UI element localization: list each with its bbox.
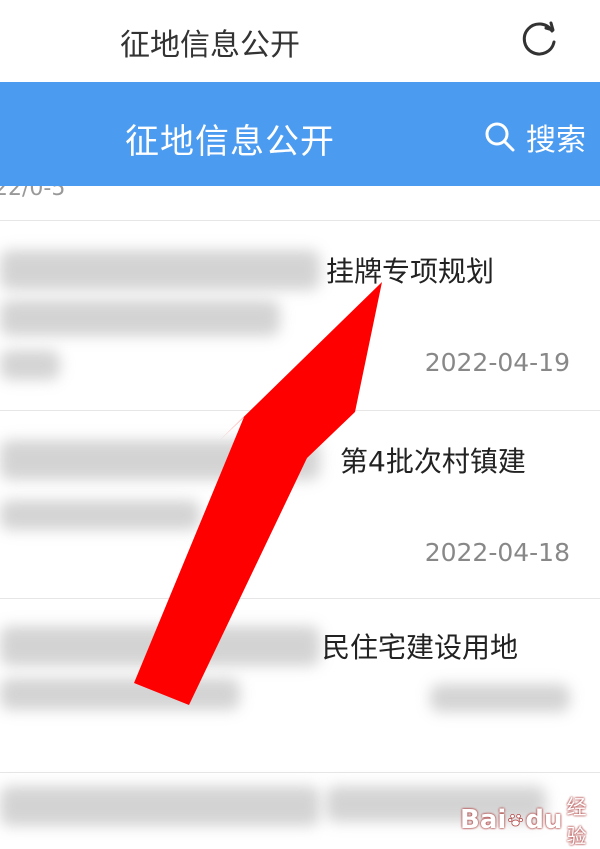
partial-date: 22/0-5 — [0, 186, 66, 201]
item-title: 第4批次村镇建 — [340, 445, 526, 478]
item-title: 挂牌专项规划 — [326, 255, 495, 288]
blurred-text — [0, 250, 320, 290]
blurred-text — [0, 500, 200, 530]
item-date: 2022-04-19 — [424, 348, 570, 377]
watermark-logo-suffix: du — [525, 805, 563, 835]
header-title: 征地信息公开 — [125, 122, 335, 162]
page-title: 征地信息公开 — [120, 28, 300, 63]
blue-header-bar: 征地信息公开 搜索 — [0, 82, 600, 186]
search-icon — [485, 122, 515, 152]
watermark-text: 经验 — [566, 795, 587, 848]
watermark-logo: Bai — [460, 805, 507, 835]
watermark: Bai du 经验 — [460, 795, 600, 848]
search-button[interactable]: 搜索 — [484, 115, 586, 159]
top-status-bar: 征地信息公开 — [0, 0, 600, 82]
blurred-text — [0, 626, 320, 666]
blurred-text — [0, 440, 320, 480]
item-date: 2022-04-18 — [424, 538, 570, 567]
refresh-icon[interactable] — [518, 18, 560, 60]
blurred-text — [0, 786, 320, 826]
blurred-text — [0, 350, 60, 380]
blurred-date — [430, 684, 570, 712]
list-item[interactable]: 挂牌专项规划 2022-04-19 — [0, 220, 600, 410]
news-list: 22/0-5 挂牌专项规划 2022-04-19 第4批次村镇建 2022-04… — [0, 186, 600, 840]
blurred-text — [0, 300, 280, 336]
list-item[interactable]: 民住宅建设用地 — [0, 598, 600, 788]
search-label: 搜索 — [526, 123, 586, 158]
list-item[interactable]: 第4批次村镇建 2022-04-18 — [0, 410, 600, 600]
paw-icon — [508, 813, 524, 827]
blurred-text — [0, 678, 240, 710]
item-title: 民住宅建设用地 — [322, 631, 519, 664]
